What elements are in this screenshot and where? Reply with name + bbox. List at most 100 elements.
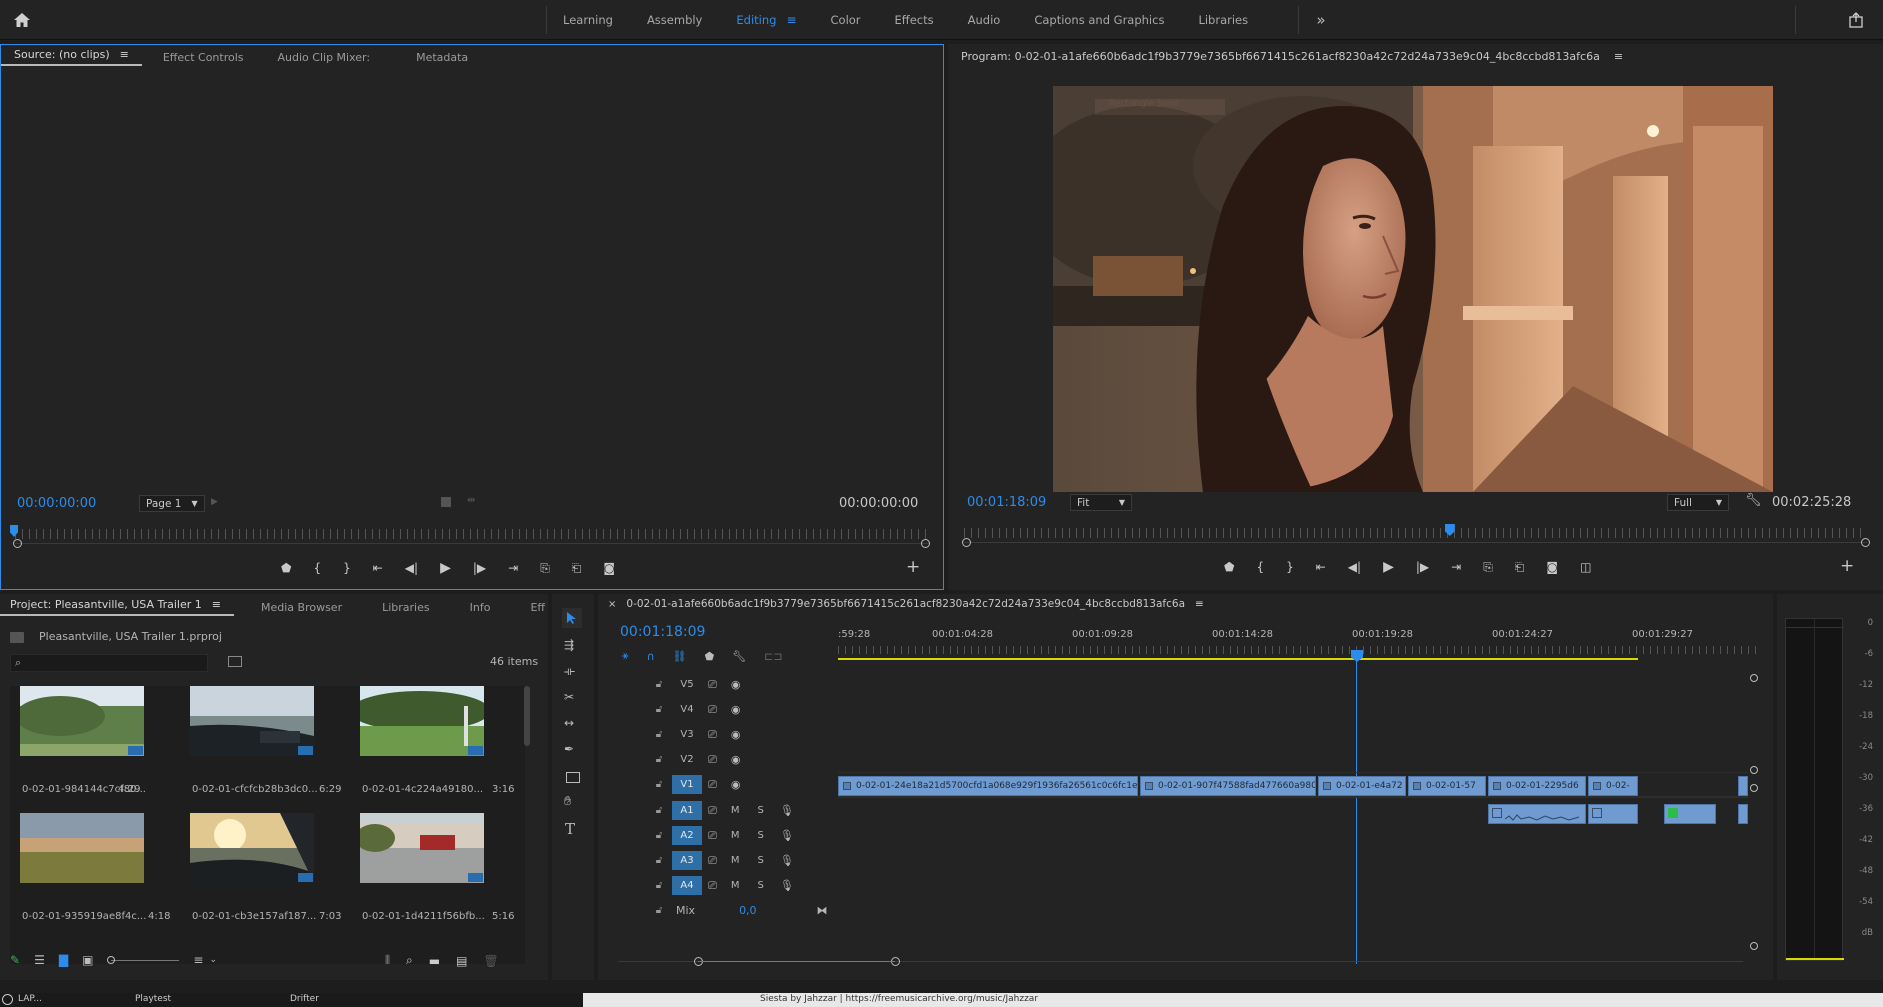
- lock-icon[interactable]: 🔓︎: [652, 880, 666, 891]
- microphone-icon[interactable]: 🎙︎: [780, 854, 794, 867]
- timeline-tab[interactable]: × 0-02-01-a1afe660b6adc1f9b3779e7365bf66…: [608, 598, 1204, 610]
- microphone-icon[interactable]: 🎙︎: [780, 804, 794, 817]
- mark-in-icon[interactable]: {: [313, 561, 321, 575]
- tab-libraries[interactable]: Libraries: [369, 601, 443, 614]
- slip-tool-icon[interactable]: ↔: [564, 716, 574, 730]
- zoom-handle-right[interactable]: [1861, 538, 1870, 547]
- track-target-v5[interactable]: V5: [672, 675, 702, 694]
- timeline-ruler[interactable]: :59:28 00:01:04:28 00:01:09:28 00:01:14:28 0…: [838, 624, 1758, 664]
- tab-project[interactable]: Project: Pleasantville, USA Trailer 1 ≡: [0, 598, 234, 616]
- comparison-view-icon[interactable]: ◫: [1580, 560, 1591, 574]
- project-item-thumb[interactable]: [350, 686, 490, 756]
- track-target-a2[interactable]: A2: [672, 826, 702, 845]
- program-title[interactable]: Program: 0-02-01-a1afe660b6adc1f9b3779e7…: [948, 50, 1636, 63]
- sync-lock-icon[interactable]: ⎚: [708, 854, 717, 868]
- go-to-in-icon[interactable]: ⇤: [1316, 560, 1326, 574]
- solo-button[interactable]: S: [757, 880, 763, 891]
- audio-clip[interactable]: [1488, 804, 1586, 824]
- eye-icon[interactable]: ◉: [731, 753, 741, 766]
- project-item-thumb[interactable]: [190, 686, 314, 756]
- lift-icon[interactable]: ⎘: [1483, 560, 1493, 575]
- mute-button[interactable]: M: [731, 805, 740, 816]
- timeline-timecode[interactable]: 00:01:18:09: [620, 624, 705, 640]
- camera-icon[interactable]: ◙: [1546, 560, 1558, 574]
- mix-value[interactable]: 0,0: [739, 904, 757, 917]
- work-area-bar[interactable]: [838, 658, 1638, 660]
- lock-icon[interactable]: 🔓︎: [652, 779, 666, 790]
- lock-icon[interactable]: 🔓︎: [652, 830, 666, 841]
- mute-button[interactable]: M: [731, 880, 740, 891]
- hand-tool-icon[interactable]: ✋︎: [564, 794, 571, 809]
- track-target-a3[interactable]: A3: [672, 851, 702, 870]
- scroll-handle[interactable]: [1750, 784, 1758, 792]
- zoom-bar[interactable]: [964, 542, 1867, 543]
- source-timecode-current[interactable]: 00:00:00:00: [17, 496, 96, 511]
- overwrite-icon[interactable]: ⎗: [572, 561, 582, 576]
- track-target-a4[interactable]: A4: [672, 876, 702, 895]
- timeline-clip[interactable]: 0-02-01-24e18a21d5700cfd1a068e929f1936fa…: [838, 776, 1138, 796]
- zoom-handle-left[interactable]: [962, 538, 971, 547]
- add-marker-icon[interactable]: ⬟: [1224, 560, 1234, 574]
- sync-lock-icon[interactable]: ⎚: [708, 678, 717, 692]
- solo-button[interactable]: S: [757, 805, 763, 816]
- go-to-out-icon[interactable]: ⇥: [1451, 560, 1461, 574]
- tab-assembly[interactable]: Assembly: [630, 13, 719, 27]
- zoom-range[interactable]: [698, 961, 895, 962]
- lock-icon[interactable]: 🔓︎: [652, 855, 666, 866]
- automate-sequence-icon[interactable]: ⫴: [385, 953, 390, 968]
- solo-button[interactable]: S: [757, 830, 763, 841]
- sync-lock-icon[interactable]: ⎚: [708, 778, 717, 792]
- tab-color[interactable]: Color: [814, 13, 878, 27]
- new-bin-icon[interactable]: ▬: [429, 954, 440, 968]
- go-to-end-icon[interactable]: ⧓: [817, 904, 828, 917]
- scroll-handle[interactable]: [1750, 942, 1758, 950]
- sort-icon[interactable]: ≡: [193, 953, 203, 967]
- solo-button[interactable]: S: [757, 855, 763, 866]
- mute-button[interactable]: M: [731, 855, 740, 866]
- step-forward-icon[interactable]: |▶: [1416, 560, 1429, 574]
- eye-icon[interactable]: ◉: [731, 678, 741, 691]
- wrench-icon[interactable]: 🔧︎: [732, 650, 746, 663]
- find-icon[interactable]: ⌕: [406, 953, 413, 968]
- audio-clip[interactable]: [1588, 804, 1638, 824]
- eye-icon[interactable]: ◉: [731, 778, 741, 791]
- sync-lock-icon[interactable]: ⎚: [708, 879, 717, 893]
- page-select[interactable]: Page 1 ▼: [139, 495, 205, 512]
- go-to-in-icon[interactable]: ⇤: [373, 561, 383, 575]
- add-marker-icon[interactable]: ⬟: [281, 561, 291, 575]
- sync-lock-icon[interactable]: ⎚: [708, 728, 717, 742]
- linked-selection-icon[interactable]: ⛓︎: [673, 650, 687, 663]
- pencil-icon[interactable]: ✎: [10, 953, 20, 967]
- quality-select[interactable]: Full ▼: [1667, 494, 1729, 511]
- taskbar-item[interactable]: Drifter: [290, 994, 319, 1004]
- lock-icon[interactable]: 🔓︎: [652, 679, 666, 690]
- program-video-frame[interactable]: Rectangle Solid: [1053, 86, 1773, 492]
- ripple-edit-tool-icon[interactable]: ⟛: [564, 664, 575, 679]
- share-icon[interactable]: [1846, 10, 1866, 30]
- audio-clip[interactable]: [1738, 804, 1748, 824]
- mark-in-icon[interactable]: {: [1256, 560, 1264, 574]
- sync-lock-icon[interactable]: ⎚: [708, 829, 717, 843]
- track-target-a1[interactable]: A1: [672, 801, 702, 820]
- mark-out-icon[interactable]: }: [343, 561, 351, 575]
- chevron-down-icon[interactable]: ⌄: [209, 955, 217, 965]
- hamburger-menu-icon[interactable]: ≡: [1614, 50, 1623, 63]
- program-timecode-current[interactable]: 00:01:18:09: [967, 495, 1046, 510]
- track-target-v2[interactable]: V2: [672, 750, 702, 769]
- zoom-handle-left[interactable]: [13, 539, 22, 548]
- freeform-view-icon[interactable]: ▣: [82, 953, 93, 967]
- tab-media-browser[interactable]: Media Browser: [248, 601, 355, 614]
- lock-icon[interactable]: 🔓︎: [652, 805, 666, 816]
- taskbar-item[interactable]: LAP...: [18, 994, 42, 1004]
- project-item-thumb[interactable]: [15, 686, 144, 756]
- nest-icon[interactable]: ⚹: [622, 649, 629, 663]
- hamburger-menu-icon[interactable]: ≡: [1195, 598, 1204, 610]
- tab-libraries[interactable]: Libraries: [1181, 13, 1265, 27]
- timeline-clip[interactable]: 0-02-01-e4a72: [1318, 776, 1406, 796]
- track-target-v4[interactable]: V4: [672, 700, 702, 719]
- eye-icon[interactable]: ◉: [731, 728, 741, 741]
- audio-clip[interactable]: [1664, 804, 1716, 824]
- scroll-handle[interactable]: [1750, 766, 1758, 774]
- zoom-handle-right[interactable]: [921, 539, 930, 548]
- extract-icon[interactable]: ⎗: [1515, 560, 1525, 575]
